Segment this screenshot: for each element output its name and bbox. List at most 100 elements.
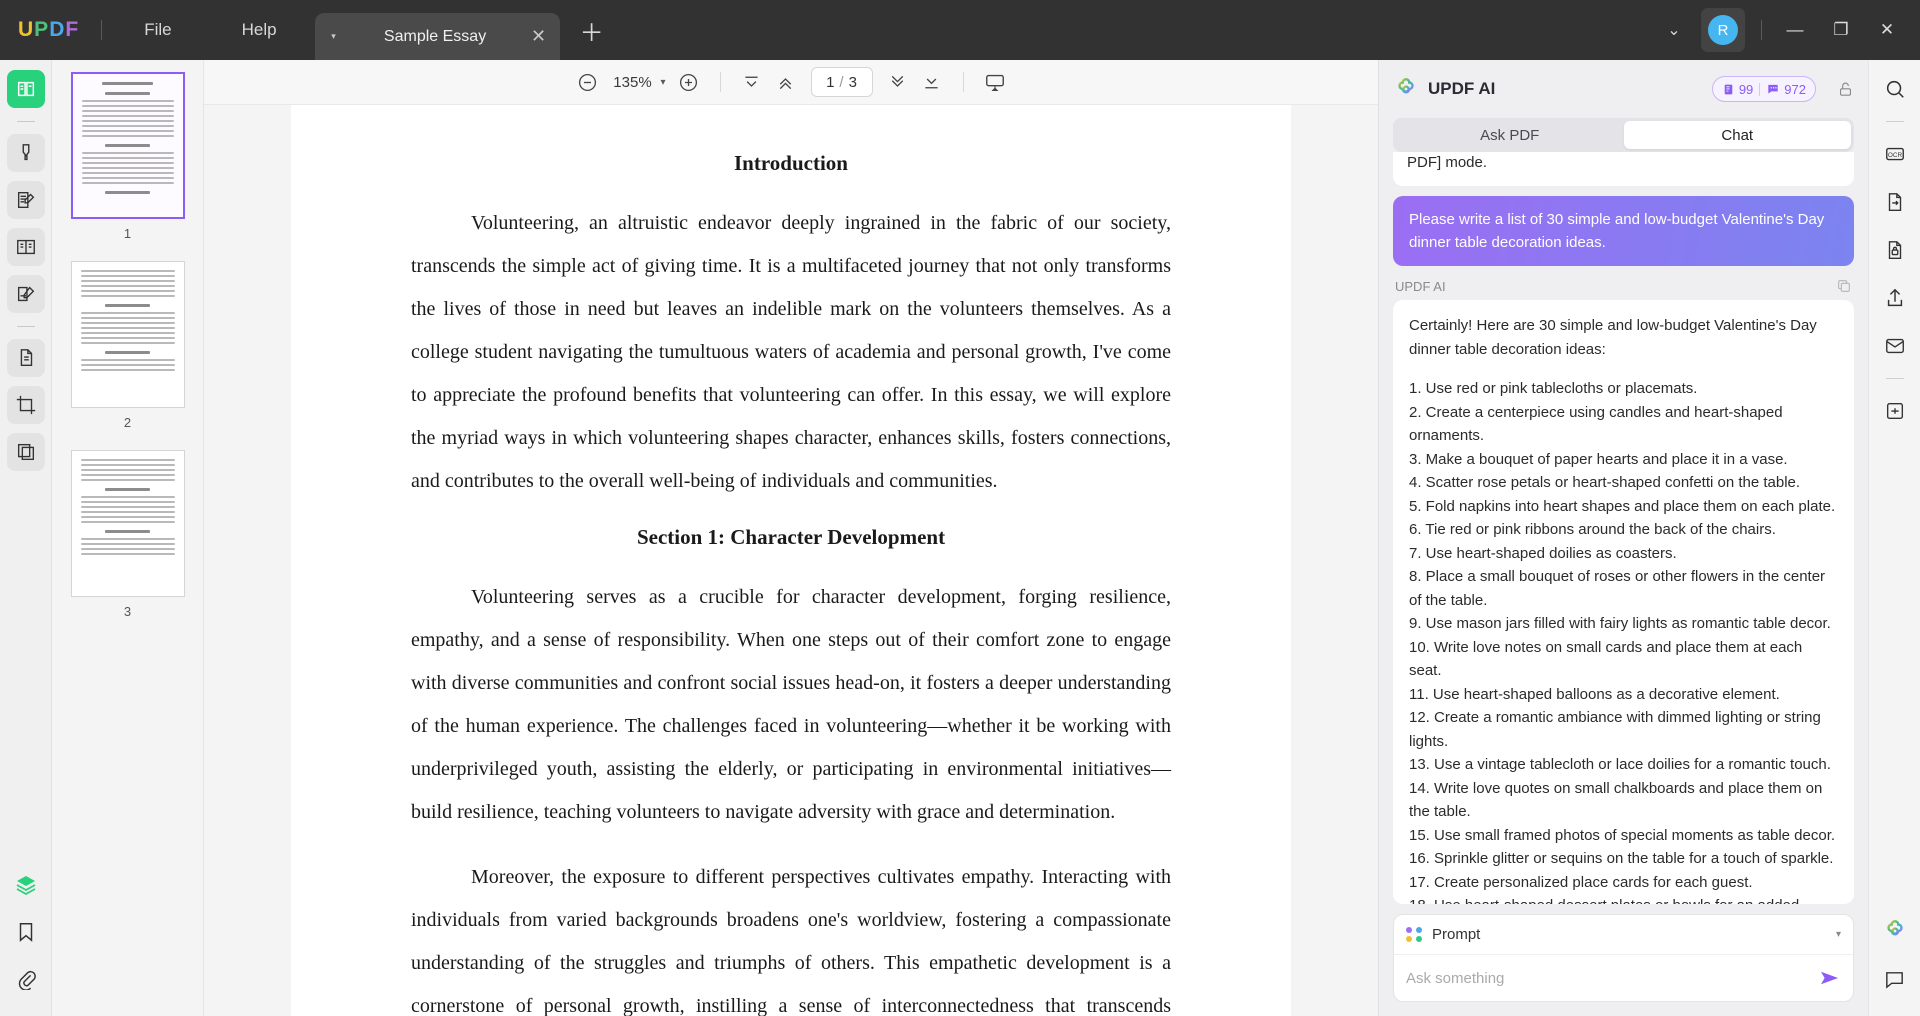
rail-separator-2: [17, 326, 35, 327]
document-paragraph: Volunteering, an altruistic endeavor dee…: [411, 202, 1171, 503]
title-bar: U P D F File Help ▾ Sample Essay ✕ ＋ ⌄ R…: [0, 0, 1920, 60]
sidebar-item-bookmark[interactable]: [7, 913, 45, 951]
email-icon: [1884, 335, 1906, 357]
titlebar-right-controls: ⌄ R — ❐ ✕: [1653, 8, 1920, 52]
sidebar-item-reader[interactable]: [7, 70, 45, 108]
updf-application-window: U P D F File Help ▾ Sample Essay ✕ ＋ ⌄ R…: [0, 0, 1920, 1016]
new-tab-button[interactable]: ＋: [580, 13, 604, 48]
maximize-button[interactable]: ❐: [1818, 8, 1864, 52]
document-paragraph: Moreover, the exposure to different pers…: [411, 856, 1171, 1016]
document-page: Introduction Volunteering, an altruistic…: [291, 105, 1291, 1016]
right-item-search[interactable]: [1876, 70, 1914, 108]
unlock-icon[interactable]: [1837, 81, 1854, 98]
protect-file-icon: [1884, 239, 1906, 261]
sidebar-item-crop[interactable]: [7, 386, 45, 424]
list-item: 5. Fold napkins into heart shapes and pl…: [1409, 495, 1838, 519]
thumbnail-page-3[interactable]: [71, 450, 185, 597]
credits-divider: [1759, 83, 1760, 96]
last-page-icon: [921, 72, 942, 93]
chevron-down-icon[interactable]: ⌄: [1653, 9, 1695, 51]
sidebar-item-highlight[interactable]: [7, 134, 45, 172]
tab-chat[interactable]: Chat: [1624, 121, 1852, 149]
sidebar-item-attachment[interactable]: [7, 960, 45, 998]
right-item-support[interactable]: [1876, 960, 1914, 998]
sidebar-item-compare[interactable]: [7, 433, 45, 471]
ai-input-container: Prompt ▾: [1393, 914, 1854, 1002]
last-page-button[interactable]: [915, 65, 949, 99]
thumbnail-page-2[interactable]: [71, 261, 185, 408]
copy-icon[interactable]: [1836, 278, 1852, 294]
share-icon: [1884, 287, 1906, 309]
next-page-button[interactable]: [881, 65, 915, 99]
right-item-ocr[interactable]: OCR: [1876, 135, 1914, 173]
zoom-level-value[interactable]: 135%: [610, 74, 654, 91]
list-item: 4. Scatter rose petals or heart-shaped c…: [1409, 471, 1838, 495]
ai-chat-area[interactable]: PDF] mode. Please write a list of 30 sim…: [1379, 152, 1868, 904]
logo-letter-u: U: [18, 18, 34, 42]
prompt-selector[interactable]: Prompt ▾: [1394, 915, 1853, 955]
assistant-label: UPDF AI: [1395, 279, 1446, 294]
chevron-down-icon[interactable]: ▾: [1836, 929, 1841, 940]
page-number-input[interactable]: 1 / 3: [811, 67, 873, 97]
prev-page-icon: [775, 72, 796, 93]
document-viewer: 135% ▾ 1 / 3: [204, 60, 1378, 1016]
prompt-dots-icon: [1406, 927, 1422, 943]
list-item: 11. Use heart-shaped balloons as a decor…: [1409, 683, 1838, 707]
menu-file[interactable]: File: [124, 14, 191, 46]
minus-circle-icon: [577, 72, 598, 93]
zoom-in-button[interactable]: [672, 65, 706, 99]
right-item-compress[interactable]: [1876, 392, 1914, 430]
sidebar-item-annotate[interactable]: [7, 275, 45, 313]
chat-message-system-partial: PDF] mode.: [1393, 152, 1854, 186]
presentation-icon: [984, 71, 1006, 93]
thumbnail-number: 3: [71, 604, 185, 619]
sidebar-item-layers[interactable]: [7, 866, 45, 904]
close-window-button[interactable]: ✕: [1864, 8, 1910, 52]
tab-close-icon[interactable]: ✕: [528, 26, 550, 47]
list-item: 16. Sprinkle glitter or sequins on the t…: [1409, 847, 1838, 871]
sidebar-item-edit-text[interactable]: [7, 181, 45, 219]
right-item-share[interactable]: [1876, 279, 1914, 317]
updf-ai-panel: UPDF AI 99 972 Ask PDF: [1378, 60, 1868, 1016]
thumbnail-item[interactable]: 1: [71, 72, 185, 261]
toolbar-separator-1: [720, 72, 721, 92]
thumbnail-item[interactable]: 2: [71, 261, 185, 450]
current-page-value: 1: [826, 74, 834, 91]
right-item-convert[interactable]: [1876, 183, 1914, 221]
layers-icon: [14, 873, 38, 897]
thumbnail-item[interactable]: 3: [71, 450, 185, 639]
updf-ai-flower-icon: [1393, 76, 1419, 102]
right-item-protect[interactable]: [1876, 231, 1914, 269]
logo-letter-f: F: [65, 18, 79, 42]
right-item-email[interactable]: [1876, 327, 1914, 365]
viewer-toolbar: 135% ▾ 1 / 3: [204, 60, 1378, 105]
document-heading-section1: Section 1: Character Development: [411, 525, 1171, 550]
thumbnail-page-1[interactable]: [71, 72, 185, 219]
account-button[interactable]: R: [1701, 8, 1745, 52]
document-credit-group: 99: [1722, 82, 1753, 97]
zoom-out-button[interactable]: [570, 65, 604, 99]
zoom-dropdown-caret-icon[interactable]: ▾: [660, 77, 665, 88]
ai-credits-badge[interactable]: 99 972: [1712, 76, 1816, 102]
thumbnail-panel[interactable]: 1 2: [52, 60, 204, 1016]
list-item: 6. Tie red or pink ribbons around the ba…: [1409, 518, 1838, 542]
tab-caret-icon[interactable]: ▾: [325, 31, 343, 42]
annotate-pen-icon: [15, 283, 37, 305]
minimize-button[interactable]: —: [1772, 8, 1818, 52]
form-fields-icon: [15, 236, 37, 258]
presentation-mode-button[interactable]: [978, 65, 1012, 99]
next-page-icon: [887, 72, 908, 93]
menu-help[interactable]: Help: [222, 14, 297, 46]
document-tab-sample-essay[interactable]: ▾ Sample Essay ✕: [315, 13, 560, 60]
first-page-button[interactable]: [735, 65, 769, 99]
prev-page-button[interactable]: [769, 65, 803, 99]
send-arrow-icon[interactable]: [1819, 969, 1841, 987]
prompt-label: Prompt: [1432, 926, 1480, 943]
tab-ask-pdf[interactable]: Ask PDF: [1396, 121, 1624, 149]
document-scroll-area[interactable]: Introduction Volunteering, an altruistic…: [204, 105, 1378, 1016]
sidebar-item-organize-pages[interactable]: [7, 339, 45, 377]
ai-mode-tabs: Ask PDF Chat: [1393, 118, 1854, 152]
sidebar-item-form[interactable]: [7, 228, 45, 266]
right-item-ai[interactable]: [1876, 912, 1914, 950]
ask-input[interactable]: [1406, 970, 1819, 987]
